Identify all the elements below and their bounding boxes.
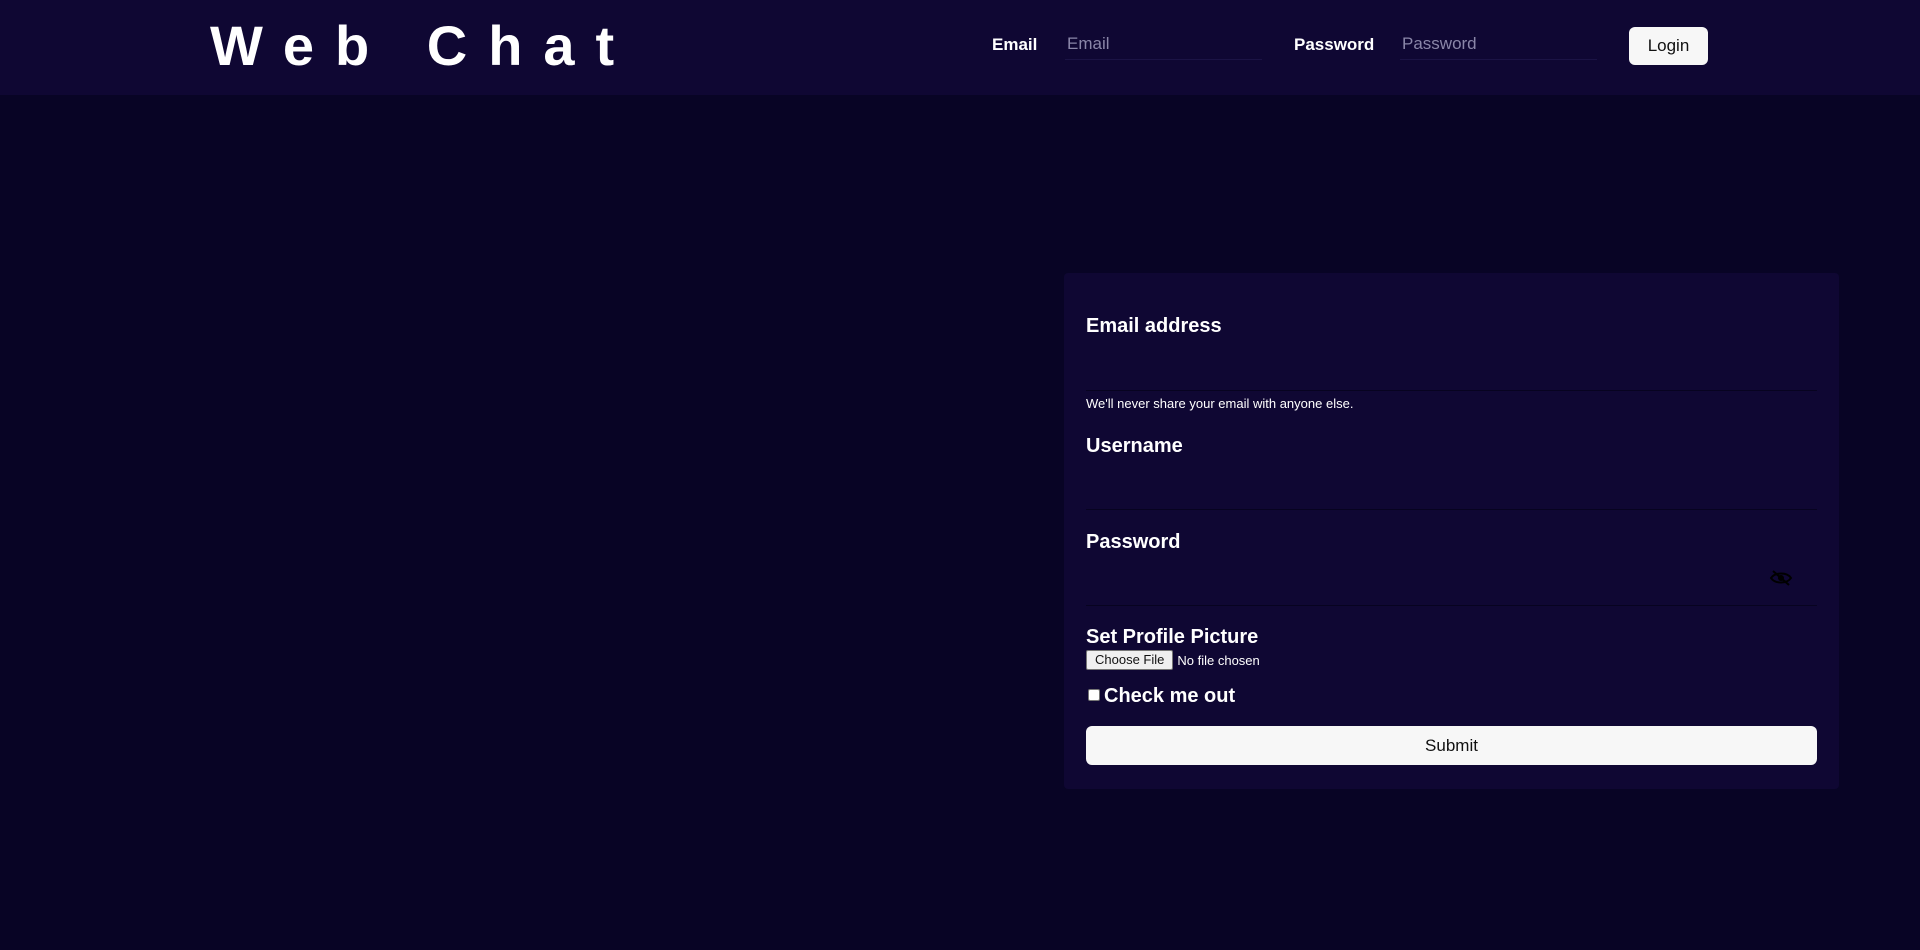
login-password-input[interactable] <box>1400 28 1597 60</box>
choose-file-button[interactable]: Choose File <box>1086 650 1174 670</box>
email-address-label: Email address <box>1086 315 1222 337</box>
login-password-label: Password <box>1294 35 1375 54</box>
eye-slash-icon[interactable] <box>1769 569 1793 587</box>
top-navbar: Web Chat Email Password Login <box>0 0 1920 95</box>
login-email-input[interactable] <box>1065 28 1262 60</box>
password-label: Password <box>1086 531 1181 553</box>
username-input[interactable] <box>1086 460 1817 510</box>
signup-form: Email address We'll never share your ema… <box>1064 273 1839 789</box>
username-label: Username <box>1086 435 1183 457</box>
login-email-label: Email <box>992 35 1038 54</box>
profile-picture-label: Set Profile Picture <box>1086 626 1259 648</box>
brand-title: Web Chat <box>210 14 636 77</box>
check-me-out-label: Check me out <box>1104 685 1236 707</box>
submit-button[interactable]: Submit <box>1086 726 1817 765</box>
profile-picture-file-input: Choose File No file chosen <box>1086 650 1260 670</box>
check-me-out-checkbox[interactable] <box>1088 688 1100 701</box>
file-status-text: No file chosen <box>1177 652 1260 668</box>
email-help-text: We'll never share your email with anyone… <box>1086 396 1354 411</box>
check-me-out-row: Check me out <box>1088 685 1235 708</box>
login-button[interactable]: Login <box>1629 27 1708 65</box>
signup-password-input[interactable] <box>1086 556 1817 606</box>
signup-email-input[interactable] <box>1086 341 1817 391</box>
